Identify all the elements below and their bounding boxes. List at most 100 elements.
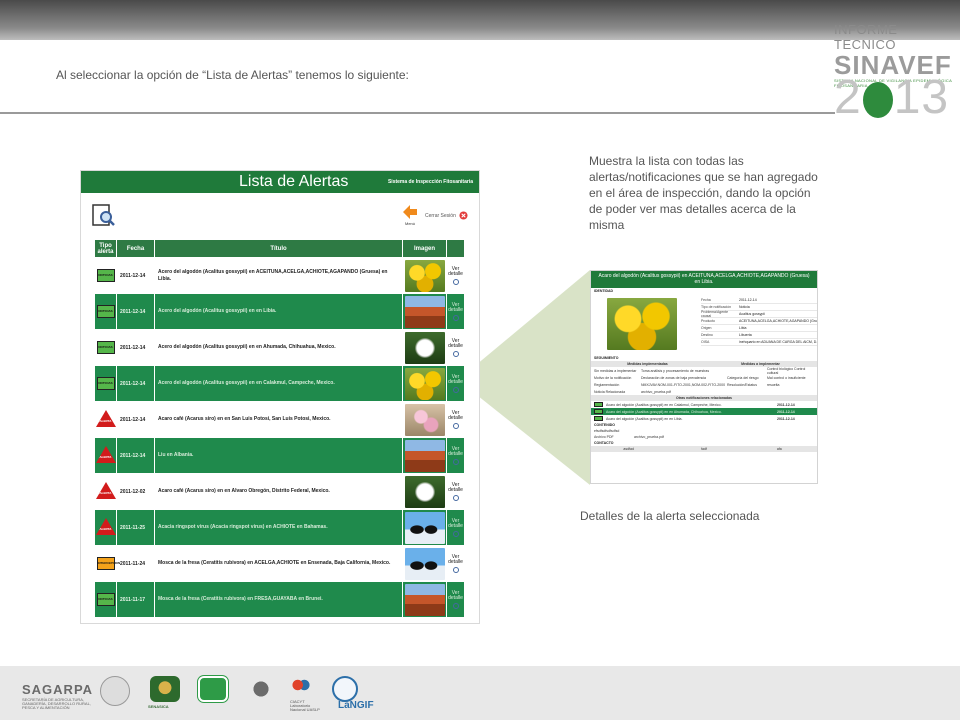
field-key: Producto [701, 319, 716, 323]
date-cell: 2011-11-17 [116, 581, 155, 618]
identity-section-label: IDENTIDAD [594, 289, 614, 293]
magnifier-icon[interactable] [452, 458, 459, 465]
magnifier-icon[interactable] [452, 350, 459, 357]
system-name: Sistema de Inspección Fitosanitaria [387, 179, 473, 185]
close-icon[interactable] [459, 211, 468, 220]
magnifier-icon[interactable] [452, 278, 459, 285]
related-item[interactable]: Acaro del algodón (Acalitus gossypii) en… [591, 401, 817, 408]
view-detail-link[interactable]: Ver detalle [448, 374, 463, 385]
table-row[interactable]: NOTICIAS 2011-12-14 Acero del algodón (A… [94, 329, 465, 366]
view-detail-link[interactable]: Ver detalle [448, 302, 463, 313]
table-row[interactable]: ALERTA 2011-12-14 Liu en Albania. Ver de… [94, 437, 465, 474]
view-detail-link[interactable]: Ver detalle [448, 338, 463, 349]
menu-link[interactable]: Menú [405, 221, 415, 226]
detail-cell[interactable]: Ver detalle [446, 257, 465, 294]
table-row[interactable]: INTERCEPCION 2011-11-24 Mosca de la fres… [94, 545, 465, 582]
table-row[interactable]: NOTICIAS 2011-12-14 Acero del algodón (A… [94, 365, 465, 402]
detail-cell[interactable]: Ver detalle [446, 293, 465, 330]
col-actions [446, 239, 465, 258]
brand-year: 2 13 [834, 74, 949, 122]
related-date: 2011-12-14 [777, 416, 795, 421]
contact-row: asdfad fadf afa [591, 446, 817, 452]
magnifier-icon[interactable] [452, 494, 459, 501]
sagarpa-logo: SAGARPA [22, 682, 94, 697]
field-row: Producto ACEITUNA,ACELGA,ACHIOTE,AGAPANDO… [701, 318, 817, 325]
logout-link[interactable]: Cerrar Sesión [425, 213, 456, 219]
table-row[interactable]: NOTICIAS 2011-12-14 Acero del algodón (A… [94, 257, 465, 294]
interception-badge-icon: INTERCEPCION [96, 557, 120, 570]
field-key: Fecha [701, 298, 711, 302]
detail-caption: Detalles de la alerta seleccionada [580, 509, 760, 523]
magnifier-icon[interactable] [452, 422, 459, 429]
seg-value[interactable]: archivo_prueba.pdf [641, 390, 727, 394]
view-detail-link[interactable]: Ver detalle [448, 410, 463, 421]
detail-cell[interactable]: Ver detalle [446, 401, 465, 438]
detail-cell[interactable]: Ver detalle [446, 581, 465, 618]
detail-cell[interactable]: Ver detalle [446, 545, 465, 582]
table-row[interactable]: ALERTA 2011-11-25 Acacia ringspot virus … [94, 509, 465, 546]
detail-cell[interactable]: Ver detalle [446, 329, 465, 366]
content-text: efsdfsdfsdfsdfsd [594, 429, 620, 433]
table-row[interactable]: ALERTA 2011-12-02 Acaro café (Acarus sir… [94, 473, 465, 510]
type-cell: ALERTA [94, 509, 117, 546]
view-detail-link[interactable]: Ver detalle [448, 554, 463, 565]
notice-badge-icon: NOTICIAS [96, 305, 115, 318]
back-arrow-icon[interactable] [403, 205, 417, 219]
alerts-title: Lista de Alertas [239, 173, 349, 190]
seg-key-2: Categoría del riesgo [727, 375, 759, 380]
related-title[interactable]: Acaro del algodón (Acalitus gossypii) en… [606, 417, 777, 421]
related-label: Otras notificaciones relacionadas [675, 396, 733, 400]
title-cell: Acero del algodón (Acalitus gossypii) en… [154, 257, 403, 294]
detail-cell[interactable]: Ver detalle [446, 509, 465, 546]
related-title[interactable]: Acaro del algodón (Acalitus gossypii) en… [606, 403, 777, 407]
related-item[interactable]: Acaro del algodón (Acalitus gossypii) en… [591, 408, 817, 415]
related-item[interactable]: Acaro del algodón (Acalitus gossypii) en… [591, 415, 817, 422]
detail-cell[interactable]: Ver detalle [446, 365, 465, 402]
alert-badge-icon: ALERTA [95, 446, 116, 463]
top-band [0, 0, 960, 40]
related-list: Acaro del algodón (Acalitus gossypii) en… [591, 401, 817, 422]
seg-key: Reglamentación [594, 382, 620, 387]
magnifier-icon[interactable] [452, 386, 459, 393]
identity-fields: Fecha 2011-12-14 Tipo de notificación Noti… [701, 297, 817, 346]
col-to-implement: Medidas a implementar [741, 362, 780, 366]
notice-badge-icon [594, 416, 603, 421]
seg-value: Toma análisis y procesamiento de muestra… [641, 368, 710, 373]
view-detail-link[interactable]: Ver detalle [448, 590, 463, 601]
magnifier-icon[interactable] [452, 566, 459, 573]
table-row[interactable]: NOTICIAS 2011-12-14 Acero del algodón (A… [94, 293, 465, 330]
detail-cell[interactable]: Ver detalle [446, 473, 465, 510]
image-cell [402, 581, 447, 618]
col-implemented: Medidas implementadas [627, 362, 668, 366]
contact-value: asdfad [623, 447, 634, 451]
seg-key-2: Resolución/Estatus [727, 382, 757, 387]
view-detail-link[interactable]: Ver detalle [448, 446, 463, 457]
type-cell: NOTICIAS [94, 257, 117, 294]
langif-globe-icon [332, 676, 358, 702]
magnifier-icon[interactable] [452, 530, 459, 537]
alerts-header: Lista de Alertas Sistema de Inspección F… [81, 171, 479, 193]
contact-value: fadf [701, 447, 707, 451]
field-value: Acalitus gossypii [739, 312, 765, 316]
image-cell [402, 257, 447, 294]
pdf-link[interactable]: archivo_prueba.pdf [634, 435, 664, 439]
date-cell: 2011-12-14 [116, 365, 155, 402]
notice-badge-icon: NOTICIAS [96, 269, 115, 282]
detail-cell[interactable]: Ver detalle [446, 437, 465, 474]
alert-badge-label: ALERTA [99, 455, 112, 459]
table-row[interactable]: NOTICIAS 2011-11-17 Mosca de la fresa (C… [94, 581, 465, 618]
related-title[interactable]: Acaro del algodón (Acalitus gossypii) en… [606, 410, 777, 414]
alerts-toolbar: Menú Cerrar Sesión [81, 193, 479, 237]
field-key: OISA [701, 340, 710, 344]
date-cell: 2011-12-14 [116, 257, 155, 294]
magnifier-icon[interactable] [452, 314, 459, 321]
field-row: OISA inehquarto en ADUANA DE CARGA DEL AI… [701, 339, 817, 346]
view-detail-link[interactable]: Ver detalle [448, 518, 463, 529]
table-row[interactable]: ALERTA 2011-12-14 Acaro café (Acarus sir… [94, 401, 465, 438]
date-cell: 2011-11-24 [116, 545, 155, 582]
view-detail-link[interactable]: Ver detalle [448, 482, 463, 493]
follow-up-row: Noticia Relacionada archivo_prueba.pdf [591, 388, 817, 395]
alerts-table-header: Tipo alerta Fecha Título Imagen [94, 239, 465, 258]
view-detail-link[interactable]: Ver detalle [448, 266, 463, 277]
magnifier-icon[interactable] [452, 602, 459, 609]
